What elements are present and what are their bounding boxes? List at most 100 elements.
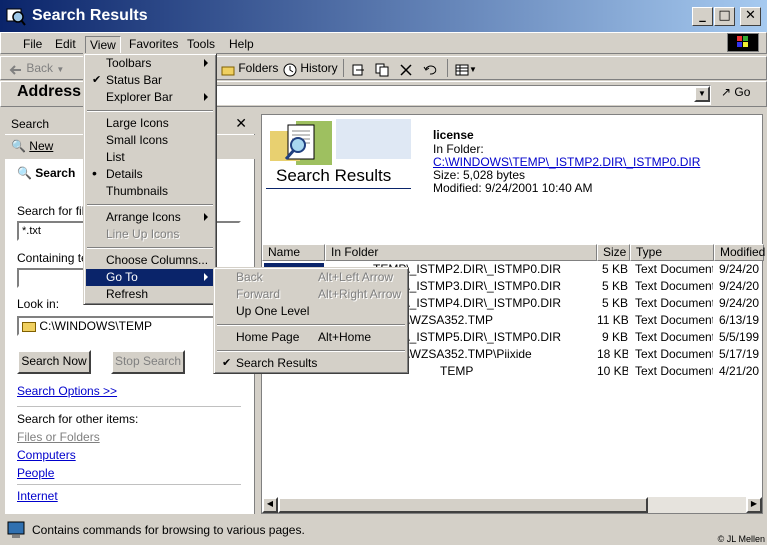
divider	[17, 484, 241, 485]
views-button[interactable]: ▼	[455, 57, 477, 79]
go-arrow-icon: ↗	[721, 85, 732, 99]
row-type: Text Document	[635, 279, 713, 293]
search-pane-title: Search	[11, 117, 50, 131]
menu-tools[interactable]: Tools	[183, 36, 219, 52]
credit-text: © JL Mellen	[717, 534, 765, 544]
go-label: Go	[734, 85, 751, 99]
folders-button[interactable]: Folders	[221, 57, 278, 79]
move-to-button[interactable]	[351, 57, 365, 79]
menu-view[interactable]: View	[85, 36, 121, 54]
new-search-button[interactable]: 🔍 New	[11, 139, 53, 153]
close-icon: ✕	[745, 8, 756, 23]
scroll-left-button[interactable]: ◀	[262, 497, 278, 513]
chevron-left-icon: ◀	[266, 499, 274, 508]
menu-item-up-one-level[interactable]: Up One Level	[216, 303, 406, 320]
minimize-button[interactable]: _	[692, 7, 713, 26]
files-or-folders-link[interactable]: Files or Folders	[17, 430, 100, 444]
menu-item-forward[interactable]: Forward Alt+Right Arrow	[216, 286, 406, 303]
row-modified: 9/24/20	[719, 279, 760, 293]
undo-button[interactable]	[423, 57, 437, 79]
menu-edit[interactable]: Edit	[51, 36, 80, 52]
close-button[interactable]: ✕	[740, 7, 761, 26]
people-link[interactable]: People	[17, 466, 54, 480]
undo-icon	[423, 62, 437, 76]
internet-link[interactable]: Internet	[17, 489, 58, 503]
chevron-right-icon: ▶	[750, 499, 758, 508]
new-search-icon: 🔍	[11, 139, 26, 153]
delete-button[interactable]	[399, 57, 413, 79]
windows-logo	[727, 33, 759, 52]
look-in-select[interactable]: C:\WINDOWS\TEMP	[17, 316, 241, 336]
search-for-label: Search for file	[17, 204, 92, 218]
row-modified: 6/13/19	[719, 313, 760, 327]
horizontal-scrollbar[interactable]: ◀ ▶	[262, 497, 762, 513]
menu-item-small-icons[interactable]: Small Icons	[86, 132, 214, 149]
row-size: 11 KB	[597, 313, 628, 327]
menu-item-status-bar[interactable]: ✔ Status Bar	[86, 72, 214, 89]
menu-item-label: Choose Columns...	[106, 253, 209, 267]
new-search-label: New	[29, 139, 54, 153]
stop-search-button[interactable]: Stop Search	[111, 350, 185, 374]
menu-item-explorer-bar[interactable]: Explorer Bar	[86, 89, 214, 106]
copy-to-button[interactable]	[375, 57, 389, 79]
menu-bar: File Edit View Favorites Tools Help	[0, 32, 767, 54]
menu-file[interactable]: File	[19, 36, 46, 52]
menu-item-search-results[interactable]: ✔ Search Results	[216, 355, 406, 372]
column-header-type[interactable]: Type	[630, 244, 714, 261]
go-button[interactable]: ↗ Go	[721, 85, 750, 99]
menu-separator	[87, 204, 213, 206]
row-type: Text Document	[635, 347, 713, 361]
menu-item-thumbnails[interactable]: Thumbnails	[86, 183, 214, 200]
menu-favorites[interactable]: Favorites	[125, 36, 182, 52]
menu-item-refresh[interactable]: Refresh	[86, 286, 214, 303]
submenu-arrow-icon	[204, 273, 208, 281]
row-size: 5 KB	[601, 262, 628, 276]
back-button[interactable]: Back ▼	[9, 57, 64, 79]
folders-icon	[221, 62, 235, 76]
address-dropdown-button[interactable]: ▼	[694, 86, 710, 102]
row-modified: 5/5/199	[719, 330, 760, 344]
toolbar-separator	[343, 59, 344, 77]
menu-item-label: Forward	[236, 287, 281, 301]
scroll-right-button[interactable]: ▶	[746, 497, 762, 513]
column-header-name[interactable]: Name	[262, 244, 325, 261]
chevron-down-icon: ▼	[698, 89, 706, 98]
menu-item-large-icons[interactable]: Large Icons	[86, 115, 214, 132]
menu-help[interactable]: Help	[225, 36, 258, 52]
menu-item-label: Details	[106, 167, 143, 181]
menu-item-choose-columns[interactable]: Choose Columns...	[86, 252, 214, 269]
back-label: Back	[26, 61, 54, 75]
search-window-icon	[6, 6, 26, 26]
menu-item-home-page[interactable]: Home Page Alt+Home	[216, 329, 406, 346]
menu-separator	[217, 324, 405, 326]
menu-item-label: Search Results	[236, 356, 318, 370]
row-size: 18 KB	[597, 347, 628, 361]
menu-item-arrange-icons[interactable]: Arrange Icons	[86, 209, 214, 226]
back-dropdown-icon: ▼	[56, 65, 65, 74]
search-now-button[interactable]: Search Now	[17, 350, 91, 374]
history-icon	[283, 62, 297, 77]
menu-item-line-up-icons[interactable]: Line Up Icons	[86, 226, 214, 243]
menu-item-back[interactable]: Back Alt+Left Arrow	[216, 269, 406, 286]
menu-item-go-to[interactable]: Go To	[86, 269, 214, 286]
search-section-label: Search	[35, 166, 76, 180]
close-pane-icon[interactable]: ✕	[235, 115, 247, 132]
column-header-modified[interactable]: Modified	[714, 244, 765, 261]
scroll-thumb[interactable]	[278, 497, 648, 513]
column-header-size[interactable]: Size	[597, 244, 630, 261]
maximize-button[interactable]: □	[714, 7, 735, 26]
menu-item-toolbars[interactable]: Toolbars	[86, 55, 214, 72]
history-button[interactable]: History	[283, 57, 338, 79]
row-modified: 5/17/19	[719, 347, 760, 361]
title-bar[interactable]: Search Results _ □ ✕	[0, 0, 767, 32]
menu-item-details[interactable]: • Details	[86, 165, 214, 183]
menu-item-list[interactable]: List	[86, 149, 214, 166]
row-modified: 4/21/20	[719, 364, 760, 378]
address-input[interactable]: ▼	[215, 85, 711, 105]
window-title: Search Results	[32, 7, 148, 24]
column-header-in-folder[interactable]: In Folder	[325, 244, 597, 261]
in-folder-link[interactable]: C:\WINDOWS\TEMP\_ISTMP2.DIR\_ISTMP0.DIR	[433, 155, 700, 169]
search-options-link[interactable]: Search Options >>	[17, 384, 117, 398]
submenu-arrow-icon	[204, 59, 208, 67]
computers-link[interactable]: Computers	[17, 448, 76, 462]
